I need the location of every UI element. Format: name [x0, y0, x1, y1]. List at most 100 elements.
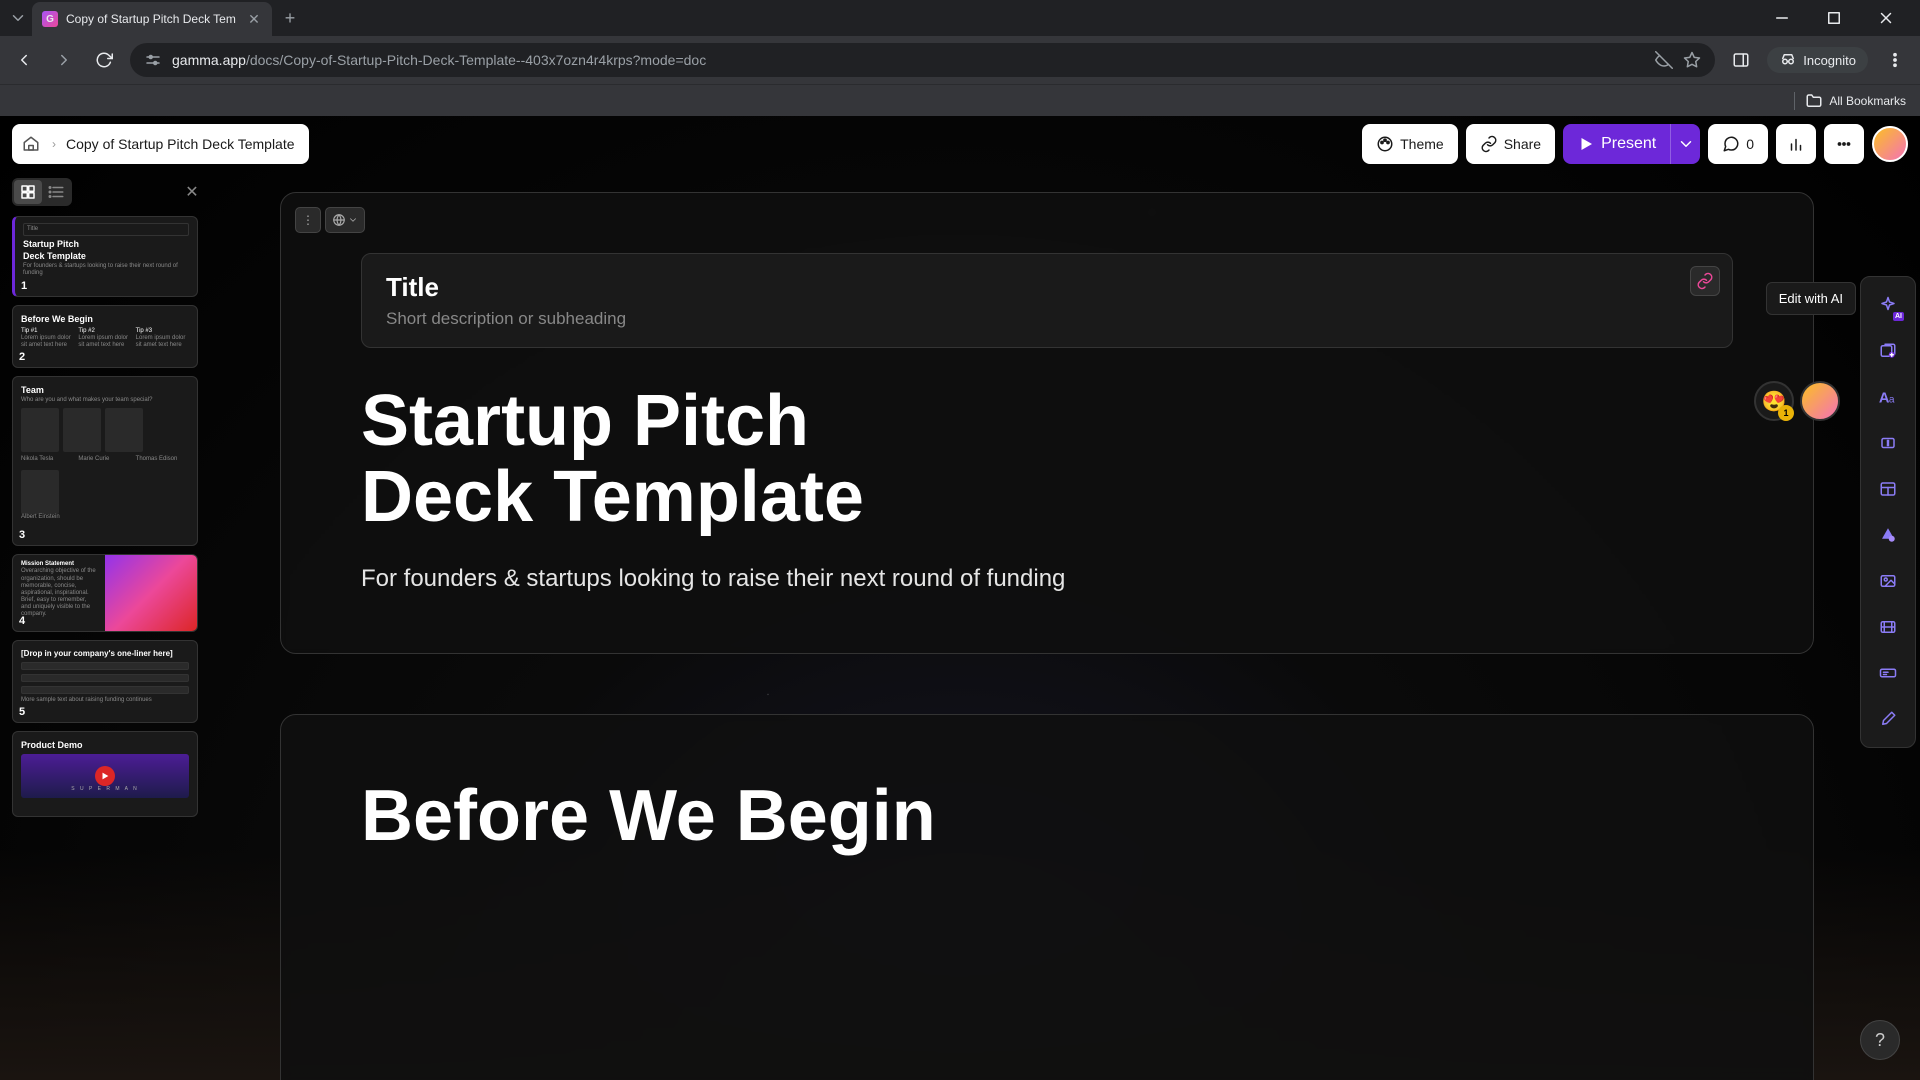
window-controls	[1760, 3, 1912, 33]
slide-panel: ✕ Title Startup Pitch Deck Template For …	[4, 172, 210, 1080]
ai-badge: AI	[1893, 312, 1904, 321]
title-card-block[interactable]: Title Short description or subheading	[361, 253, 1733, 348]
present-button[interactable]: Present	[1563, 124, 1670, 164]
tab-strip: G Copy of Startup Pitch Deck Tem ✕ +	[0, 0, 1920, 36]
slide-thumb-5[interactable]: [Drop in your company's one-liner here] …	[12, 640, 198, 723]
present-dropdown[interactable]	[1670, 124, 1700, 164]
address-bar[interactable]: gamma.app/docs/Copy-of-Startup-Pitch-Dec…	[130, 43, 1715, 77]
card-options-button[interactable]	[325, 207, 365, 233]
embed-icon[interactable]	[1868, 653, 1908, 693]
all-bookmarks-button[interactable]: All Bookmarks	[1805, 92, 1906, 110]
close-panel-icon[interactable]: ✕	[182, 182, 202, 202]
card-1[interactable]: ⋮ Title Short description or subheading …	[280, 192, 1814, 654]
chrome-menu-icon[interactable]	[1880, 45, 1910, 75]
home-icon[interactable]	[20, 133, 42, 155]
share-label: Share	[1504, 136, 1541, 152]
theme-label: Theme	[1400, 136, 1444, 152]
comments-button[interactable]: 0	[1708, 124, 1768, 164]
collaborator-avatar[interactable]	[1800, 381, 1840, 421]
subtitle-placeholder[interactable]: Short description or subheading	[386, 309, 1708, 329]
slide-thumb-4[interactable]: Mission Statement Overarching objective …	[12, 554, 198, 632]
card-templates-icon[interactable]	[1868, 331, 1908, 371]
chart-icon	[1787, 135, 1805, 153]
analytics-button[interactable]	[1776, 124, 1816, 164]
image-icon[interactable]	[1868, 561, 1908, 601]
panel-header: ✕	[4, 172, 210, 212]
callout-block-icon[interactable]: !	[1868, 423, 1908, 463]
incognito-label: Incognito	[1803, 53, 1856, 68]
insert-rail: AI Aa !	[1860, 276, 1916, 748]
reaction-count: 1	[1778, 405, 1794, 421]
divider	[1794, 92, 1795, 110]
slide-thumb-3[interactable]: Team Who are you and what makes your tea…	[12, 376, 198, 546]
link-pin-icon[interactable]	[1690, 266, 1720, 296]
present-button-group: Present	[1563, 124, 1700, 164]
close-window-icon[interactable]	[1864, 3, 1908, 33]
ai-edit-button[interactable]: AI	[1868, 285, 1908, 325]
incognito-icon	[1779, 51, 1797, 69]
reload-button[interactable]	[90, 46, 118, 74]
card-2-heading[interactable]: Before We Begin	[361, 775, 1733, 857]
new-tab-button[interactable]: +	[276, 4, 304, 32]
view-toggle	[12, 178, 72, 206]
slide-thumb-2[interactable]: Before We Begin Tip #1Lorem ipsum dolor …	[12, 305, 198, 369]
app-topbar: › Copy of Startup Pitch Deck Template Th…	[0, 116, 1920, 172]
link-icon	[1480, 135, 1498, 153]
globe-icon	[332, 213, 346, 227]
back-button[interactable]	[10, 46, 38, 74]
more-menu-button[interactable]	[1824, 124, 1864, 164]
breadcrumb[interactable]: › Copy of Startup Pitch Deck Template	[12, 124, 309, 164]
slide-thumb-6[interactable]: Product Demo S U P E R M A N	[12, 731, 198, 817]
edit-with-ai-tooltip: Edit with AI	[1766, 282, 1856, 315]
side-panel-icon[interactable]	[1727, 46, 1755, 74]
tab-search-dropdown[interactable]	[8, 8, 28, 28]
browser-chrome: G Copy of Startup Pitch Deck Tem ✕ + gam…	[0, 0, 1920, 116]
text-format-icon[interactable]: Aa	[1868, 377, 1908, 417]
incognito-badge[interactable]: Incognito	[1767, 47, 1868, 73]
browser-nav-bar: gamma.app/docs/Copy-of-Startup-Pitch-Dec…	[0, 36, 1920, 84]
site-settings-icon[interactable]	[144, 51, 162, 69]
comments-count: 0	[1746, 136, 1754, 152]
maximize-window-icon[interactable]	[1812, 3, 1856, 33]
folder-icon	[1805, 92, 1823, 110]
dots-icon	[1835, 135, 1853, 153]
url-text: gamma.app/docs/Copy-of-Startup-Pitch-Dec…	[172, 52, 1645, 68]
bookmark-star-icon[interactable]	[1683, 51, 1701, 69]
document-title[interactable]: Copy of Startup Pitch Deck Template	[66, 136, 295, 152]
user-avatar[interactable]	[1872, 126, 1908, 162]
canvas-area[interactable]: ⋮ Title Short description or subheading …	[220, 172, 1854, 1080]
list-view-icon[interactable]	[42, 180, 70, 204]
browser-tab-active[interactable]: G Copy of Startup Pitch Deck Tem ✕	[32, 2, 272, 36]
layout-block-icon[interactable]	[1868, 469, 1908, 509]
reaction-heart-eyes[interactable]: 😍1	[1754, 381, 1794, 421]
gamma-app: › Copy of Startup Pitch Deck Template Th…	[0, 116, 1920, 1080]
eye-hidden-icon[interactable]	[1655, 51, 1673, 69]
slide-thumbnails[interactable]: Title Startup Pitch Deck Template For fo…	[4, 212, 210, 1080]
play-icon	[95, 766, 115, 786]
title-label[interactable]: Title	[386, 272, 1708, 303]
present-label: Present	[1601, 135, 1656, 153]
grid-view-icon[interactable]	[14, 180, 42, 204]
card-2[interactable]: Before We Begin	[280, 714, 1814, 1080]
main-subtitle[interactable]: For founders & startups looking to raise…	[361, 565, 1733, 593]
bookmarks-bar: All Bookmarks	[0, 84, 1920, 116]
drag-handle-icon[interactable]: ⋮	[295, 207, 321, 233]
palette-icon	[1376, 135, 1394, 153]
forward-button[interactable]	[50, 46, 78, 74]
minimize-window-icon[interactable]	[1760, 3, 1804, 33]
help-button[interactable]: ?	[1860, 1020, 1900, 1060]
shapes-icon[interactable]	[1868, 515, 1908, 555]
svg-text:!: !	[1887, 438, 1890, 447]
slide-thumb-1[interactable]: Title Startup Pitch Deck Template For fo…	[12, 216, 198, 297]
theme-button[interactable]: Theme	[1362, 124, 1458, 164]
share-button[interactable]: Share	[1466, 124, 1555, 164]
form-icon[interactable]	[1868, 699, 1908, 739]
chevron-right-icon: ›	[52, 137, 56, 151]
reactions-stack: 😍1	[1754, 381, 1840, 421]
all-bookmarks-label: All Bookmarks	[1829, 94, 1906, 108]
card-handle: ⋮	[295, 207, 365, 233]
play-icon	[1577, 135, 1595, 153]
video-icon[interactable]	[1868, 607, 1908, 647]
main-heading[interactable]: Startup Pitch Deck Template	[361, 384, 1733, 535]
close-tab-icon[interactable]: ✕	[246, 11, 262, 27]
